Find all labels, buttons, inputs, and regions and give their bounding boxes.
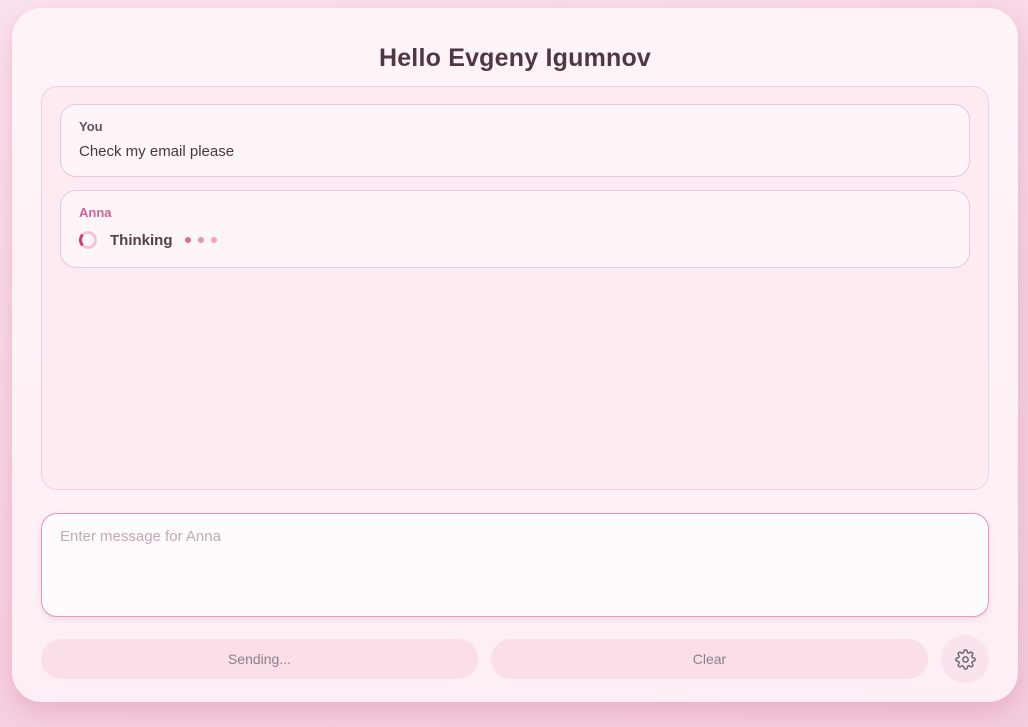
main-card: Hello Evgeny Igumnov You Check my email … (12, 8, 1018, 702)
clear-button[interactable]: Clear (491, 639, 928, 679)
spinner-icon (79, 231, 97, 249)
dot-icon (197, 237, 204, 243)
chat-history: You Check my email please Anna Thinking (41, 86, 989, 490)
thinking-status: Thinking (79, 229, 951, 251)
gear-icon (954, 648, 976, 670)
typing-dots-icon (184, 237, 217, 243)
controls-bar: Sending... Clear (41, 635, 989, 683)
message-author: Anna (79, 205, 112, 220)
message-author: You (79, 119, 103, 134)
settings-button[interactable] (941, 635, 989, 683)
message-text: Check my email please (79, 143, 235, 160)
page-title: Hello Evgeny Igumnov (378, 44, 652, 72)
message-input[interactable] (41, 513, 989, 617)
dot-icon (210, 237, 217, 243)
message-bubble-assistant: Anna Thinking (60, 190, 970, 268)
send-button[interactable]: Sending... (41, 639, 478, 679)
thinking-label: Thinking (110, 231, 173, 249)
dot-icon (184, 237, 191, 243)
message-bubble-user: You Check my email please (60, 104, 970, 177)
